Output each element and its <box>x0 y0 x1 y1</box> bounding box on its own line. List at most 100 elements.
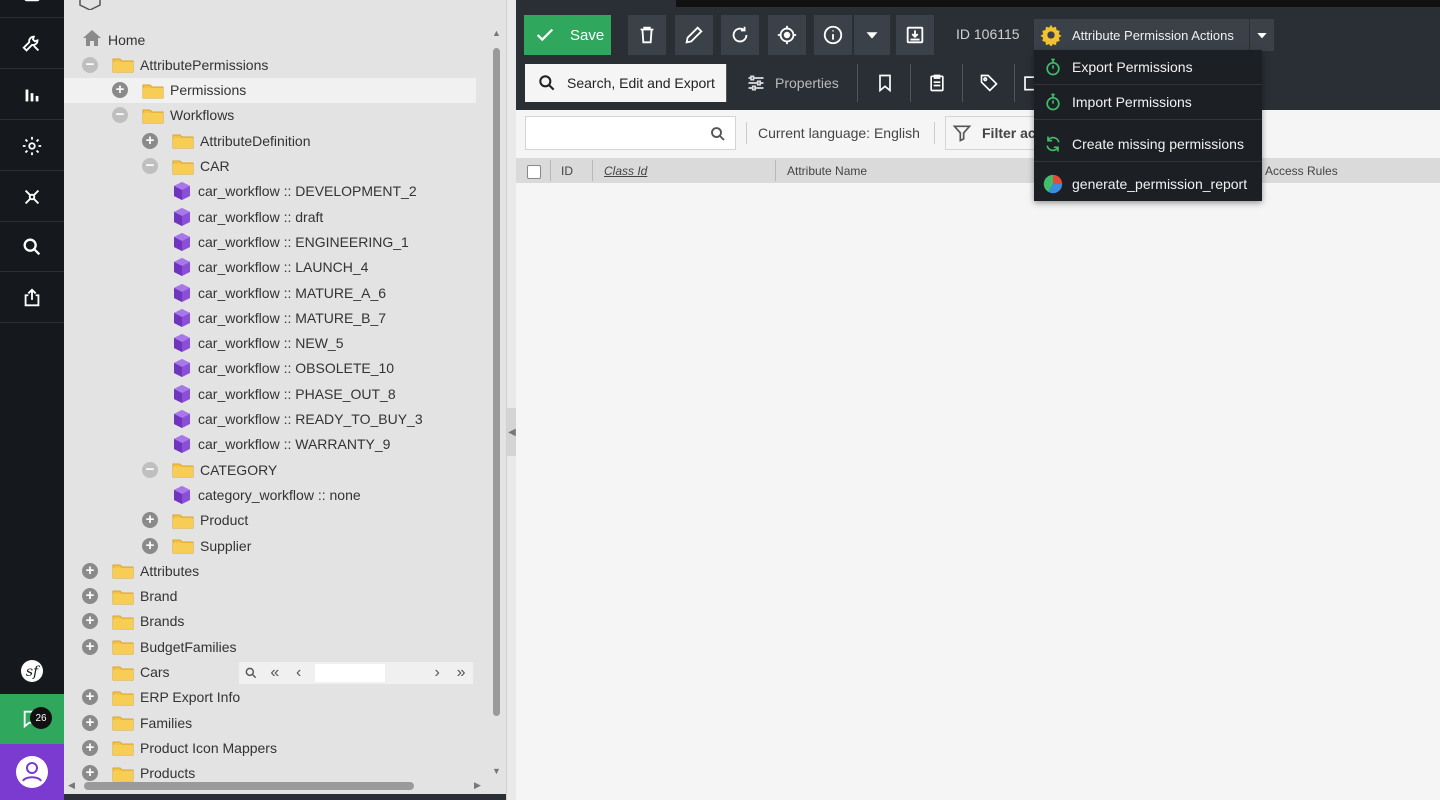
tree-node[interactable]: Cars <box>82 660 170 685</box>
menu-item-import-permissions[interactable]: Import Permissions <box>1034 85 1262 120</box>
search-field[interactable] <box>525 116 736 150</box>
menu-item-generate-permission-report[interactable]: generate_permission_report <box>1034 166 1262 201</box>
tree-node[interactable]: car_workflow :: NEW_5 <box>172 331 343 356</box>
wrench-icon[interactable] <box>0 19 64 69</box>
object-cube-icon <box>172 358 192 378</box>
tree-vertical-scroll-thumb[interactable] <box>493 48 500 716</box>
tree-node[interactable]: car_workflow :: DEVELOPMENT_2 <box>172 179 417 204</box>
tree-node[interactable]: car_workflow :: MATURE_A_6 <box>172 280 386 305</box>
tree-node[interactable]: − CATEGORY <box>142 457 277 482</box>
gear-icon[interactable] <box>0 121 64 171</box>
menu-item-create-missing-permissions[interactable]: Create missing permissions <box>1034 126 1262 162</box>
expand-icon[interactable]: + <box>82 562 98 579</box>
search-input[interactable] <box>530 121 700 145</box>
tree-node[interactable]: car_workflow :: MATURE_B_7 <box>172 305 386 330</box>
expand-icon[interactable]: + <box>142 132 158 149</box>
panel-splitter[interactable]: ◀ <box>506 0 517 800</box>
tab-notes[interactable] <box>911 64 963 102</box>
tree-node[interactable]: + Attributes <box>82 558 199 583</box>
reload-button[interactable] <box>721 15 759 55</box>
tree-node[interactable]: + Supplier <box>142 533 251 558</box>
tree-node[interactable]: + Brand <box>82 584 177 609</box>
expand-icon[interactable]: + <box>82 613 98 630</box>
tab-label: Properties <box>775 75 839 91</box>
save-button[interactable]: Save <box>524 15 611 55</box>
tree-node[interactable]: category_workflow :: none <box>172 482 361 507</box>
tree-node[interactable]: + Brands <box>82 609 184 634</box>
expand-icon[interactable]: + <box>82 638 98 655</box>
locate-in-tree-button[interactable] <box>768 15 806 55</box>
export-icon[interactable] <box>0 273 64 323</box>
column-header-attribute-name[interactable]: Attribute Name <box>787 158 867 183</box>
tree-node[interactable]: car_workflow :: LAUNCH_4 <box>172 255 368 280</box>
tree-node[interactable]: + Product <box>142 508 248 533</box>
tree-horizontal-scrollbar[interactable]: ◀ ▶ <box>64 778 489 794</box>
collapse-icon[interactable]: − <box>112 107 128 124</box>
network-icon[interactable] <box>0 172 64 222</box>
search-icon[interactable] <box>0 222 64 272</box>
tab-more[interactable] <box>1015 64 1035 102</box>
next-page-icon[interactable]: › <box>425 662 449 684</box>
menu-item-export-permissions[interactable]: Export Permissions <box>1034 50 1262 85</box>
paging-search-icon[interactable] <box>239 662 263 684</box>
expand-icon[interactable]: + <box>82 689 98 706</box>
actions-dropdown-toggle[interactable] <box>1250 19 1274 51</box>
previous-page-icon[interactable]: ‹ <box>287 662 311 684</box>
tab-bookmarks[interactable] <box>859 64 911 102</box>
attribute-permission-actions-button[interactable]: Attribute Permission Actions <box>1034 19 1249 51</box>
more-options-button[interactable] <box>854 15 890 55</box>
tree-node[interactable]: + Permissions <box>64 77 476 103</box>
file-icon[interactable] <box>0 0 64 18</box>
tree-node[interactable]: car_workflow :: WARRANTY_9 <box>172 432 390 457</box>
user-profile-button[interactable] <box>0 744 64 800</box>
tree-node[interactable]: − Workflows <box>112 103 234 128</box>
download-button[interactable] <box>896 15 934 55</box>
first-page-icon[interactable]: « <box>263 662 287 684</box>
last-page-icon[interactable]: » <box>449 662 473 684</box>
tree-node[interactable]: + ERP Export Info <box>82 685 240 710</box>
filter-button[interactable]: Filter ac <box>945 116 1045 150</box>
tree-node-label: Permissions <box>170 82 247 99</box>
select-all-checkbox[interactable] <box>527 165 541 179</box>
collapse-icon[interactable]: − <box>142 158 158 174</box>
info-button[interactable] <box>814 15 852 55</box>
tree-node[interactable]: car_workflow :: ENGINEERING_1 <box>172 229 409 254</box>
collapse-icon[interactable]: − <box>142 461 158 478</box>
column-header-id[interactable]: ID <box>561 158 573 183</box>
delete-button[interactable] <box>628 15 666 55</box>
tab-tags[interactable] <box>963 64 1015 102</box>
expand-icon[interactable]: + <box>142 537 158 554</box>
search-icon[interactable] <box>709 125 727 143</box>
expand-icon[interactable]: + <box>82 739 98 756</box>
expand-icon[interactable]: + <box>82 714 98 731</box>
tree-node[interactable]: − AttributePermissions <box>82 52 268 77</box>
tree-node[interactable]: + BudgetFamilies <box>82 634 237 659</box>
column-header-access-rules[interactable]: Access Rules <box>1265 158 1338 183</box>
column-header-class-id[interactable]: Class Id <box>604 158 647 183</box>
tab-search-edit-export[interactable]: Search, Edit and Export <box>525 64 727 102</box>
tab-properties[interactable]: Properties <box>734 64 858 102</box>
symfony-icon[interactable]: sf <box>0 648 64 694</box>
tree-node[interactable]: + Families <box>82 710 192 735</box>
tree-node[interactable]: Home <box>82 27 145 52</box>
tree-node[interactable]: car_workflow :: OBSOLETE_10 <box>172 356 394 381</box>
tree-node[interactable]: car_workflow :: draft <box>172 204 323 229</box>
tree-node[interactable]: car_workflow :: PHASE_OUT_8 <box>172 381 396 406</box>
page-number-input[interactable] <box>314 664 385 682</box>
collapse-icon[interactable]: − <box>82 56 98 73</box>
tree-vertical-scrollbar[interactable]: ▲ ▼ <box>489 28 503 776</box>
tree-node[interactable]: car_workflow :: READY_TO_BUY_3 <box>172 407 423 432</box>
folder-icon <box>112 588 134 605</box>
tree-node[interactable]: + Product Icon Mappers <box>82 735 277 760</box>
toolbar-top-strip <box>676 0 1440 7</box>
tree-node[interactable]: − CAR <box>142 154 230 179</box>
tree-horizontal-scroll-thumb[interactable] <box>84 782 414 790</box>
bar-chart-icon[interactable] <box>0 70 64 120</box>
expand-icon[interactable]: + <box>82 588 98 605</box>
expand-icon[interactable]: + <box>112 82 128 99</box>
tree-node-label: car_workflow :: MATURE_A_6 <box>198 284 387 301</box>
download-icon <box>906 26 924 44</box>
expand-icon[interactable]: + <box>142 512 158 529</box>
rename-button[interactable] <box>675 15 713 55</box>
tree-node[interactable]: + AttributeDefinition <box>142 128 311 153</box>
